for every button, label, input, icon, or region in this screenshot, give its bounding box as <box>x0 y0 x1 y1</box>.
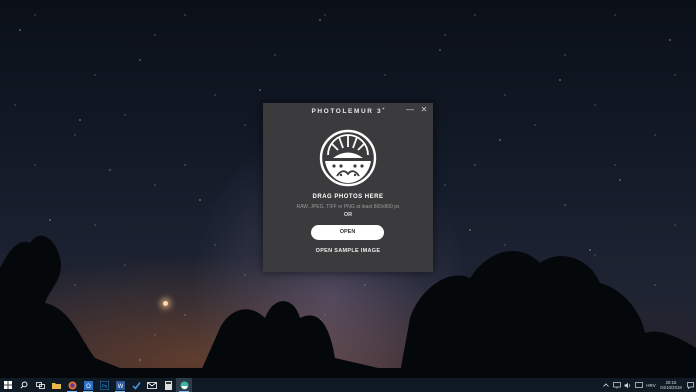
clock-date: 04/10/2018 <box>660 385 682 390</box>
photolemur-logo-icon <box>319 129 377 187</box>
task-view-icon[interactable] <box>32 378 48 392</box>
close-button[interactable]: ✕ <box>418 104 430 115</box>
svg-text:O: O <box>86 384 91 390</box>
outlook-icon[interactable]: O <box>80 378 96 392</box>
photoshop-icon[interactable]: Ps <box>96 378 112 392</box>
network-icon[interactable] <box>611 378 622 392</box>
svg-text:W: W <box>117 384 123 390</box>
taskbar: O Ps W HRV 20:15 04/10/2018 <box>0 378 696 392</box>
chevron-up-icon[interactable] <box>600 378 611 392</box>
open-sample-image-link[interactable]: OPEN SAMPLE IMAGE <box>263 248 433 254</box>
todo-icon[interactable] <box>128 378 144 392</box>
svg-text:Ps: Ps <box>101 383 107 388</box>
keyboard-icon[interactable] <box>633 378 644 392</box>
open-button[interactable]: OPEN <box>311 225 384 240</box>
search-icon[interactable] <box>16 378 32 392</box>
photolemur-dialog: PHOTOLEMUR 3+ — ✕ DRAG PHOTOS HERE RAW, … <box>263 103 433 272</box>
start-icon[interactable] <box>0 378 16 392</box>
system-tray: HRV 20:15 04/10/2018 <box>600 378 696 392</box>
drag-photos-title: DRAG PHOTOS HERE <box>312 194 384 200</box>
word-icon[interactable]: W <box>112 378 128 392</box>
clock[interactable]: 20:15 04/10/2018 <box>658 380 684 390</box>
file-explorer-icon[interactable] <box>48 378 64 392</box>
mail-icon[interactable] <box>144 378 160 392</box>
volume-icon[interactable] <box>622 378 633 392</box>
or-separator: OR <box>343 212 353 218</box>
desktop: PHOTOLEMUR 3+ — ✕ DRAG PHOTOS HERE RAW, … <box>0 0 696 392</box>
minimize-button[interactable]: — <box>404 104 416 115</box>
calculator-icon[interactable] <box>160 378 176 392</box>
supported-formats-text: RAW, JPEG, TIFF or PNG at least 800x800 … <box>296 204 400 210</box>
photolemur-icon[interactable] <box>176 378 192 392</box>
window-title-text: PHOTOLEMUR 3 <box>311 108 383 116</box>
notification-icon[interactable] <box>684 378 696 392</box>
language-indicator[interactable]: HRV <box>644 383 658 388</box>
title-bar: PHOTOLEMUR 3+ — ✕ <box>263 103 433 117</box>
firefox-icon[interactable] <box>64 378 80 392</box>
window-title-badge: + <box>382 106 385 111</box>
